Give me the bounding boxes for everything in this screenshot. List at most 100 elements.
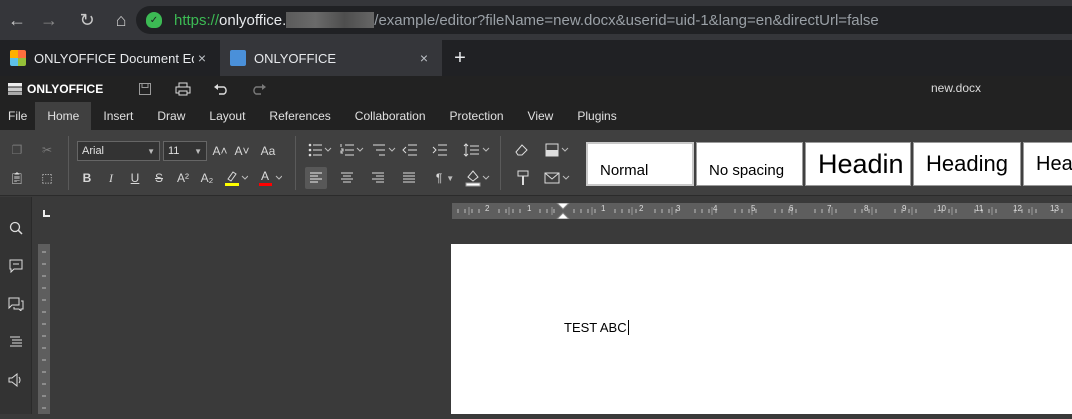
tab-file[interactable]: File [0,102,35,130]
new-tab-button[interactable]: + [446,40,474,76]
style-heading-3-label: Hea [1036,152,1072,175]
color-scheme-icon[interactable] [543,139,573,161]
url-scheme: https:// [174,11,220,29]
tab-stop-selector-icon[interactable] [38,200,54,220]
chat-icon[interactable] [6,294,26,314]
home-toolbar: ❐ ✂ 📋︎ ⬚ Arial ▼ 11 ▼ A˄ A˅ Aa B I U S A… [0,130,1072,196]
svg-text:A: A [261,169,269,183]
shading-icon[interactable] [462,167,492,189]
tab-layout[interactable]: Layout [197,102,257,130]
italic-button[interactable]: I [100,167,122,189]
bullet-list-icon[interactable] [306,139,334,161]
justify-icon[interactable] [398,167,420,189]
ruler-label: 12 [1013,204,1022,213]
ruler-label: 3 [676,204,681,213]
tab-references[interactable]: References [257,102,342,130]
tab-collaboration[interactable]: Collaboration [343,102,438,130]
reload-button[interactable]: ↻ [72,5,102,35]
tab-protection[interactable]: Protection [438,102,516,130]
url-input[interactable]: ✓ https:// onlyoffice. /example/editor?f… [136,6,1072,34]
nonprinting-characters-button[interactable]: ¶ ▼ [430,167,460,189]
font-color-button[interactable]: A [254,167,284,189]
tab-view[interactable]: View [516,102,566,130]
ruler-label: 7 [827,204,832,213]
ruler-label: 9 [902,204,907,213]
url-host: onlyoffice. [219,11,287,29]
select-all-icon[interactable]: ⬚ [36,167,58,189]
back-button[interactable]: ← [2,5,32,35]
browser-tab-onlyoffice[interactable]: ONLYOFFICE × [220,40,442,76]
copy-style-icon[interactable] [512,167,534,189]
tab-draw[interactable]: Draw [145,102,197,130]
tab-title: ONLYOFFICE [254,50,337,66]
cut-icon[interactable]: ✂ [36,139,58,161]
undo-icon[interactable] [202,76,240,102]
paste-icon[interactable]: 📋︎ [6,167,28,189]
strikethrough-button[interactable]: S [148,167,170,189]
ruler-label: 8 [864,204,869,213]
navigation-icon[interactable] [6,332,26,352]
close-tab-icon[interactable]: × [416,50,432,66]
underline-button[interactable]: U [124,167,146,189]
close-tab-icon[interactable]: × [194,50,210,66]
browser-tab-strip: ONLYOFFICE Document Ed × ONLYOFFICE × + [0,40,1072,76]
style-heading-3[interactable]: Hea [1023,142,1072,186]
align-center-icon[interactable] [336,167,358,189]
tab-home[interactable]: Home [35,102,92,130]
copy-icon[interactable]: ❐ [6,139,28,161]
redacted-host-block [286,12,375,28]
bold-button[interactable]: B [76,167,98,189]
secure-shield-icon[interactable]: ✓ [146,12,162,28]
tab-insert[interactable]: Insert [91,102,145,130]
increase-indent-icon[interactable] [429,139,451,161]
mail-merge-icon[interactable] [543,167,573,189]
chevron-down-icon: ▼ [194,146,202,156]
document-body-text[interactable]: TEST ABC [564,320,629,335]
ribbon-tabs: File Home Insert Draw Layout References … [0,102,1072,130]
style-heading-2[interactable]: Heading [913,142,1021,186]
print-icon[interactable] [164,76,202,102]
forward-button[interactable]: → [34,5,64,35]
save-icon[interactable] [126,76,164,102]
indent-marker-icon [555,202,571,220]
subscript-button[interactable]: A₂ [196,167,218,189]
editor-header: ONLYOFFICE new.docx [0,76,1072,102]
numbered-list-icon[interactable] [338,139,366,161]
tab-plugins[interactable]: Plugins [565,102,628,130]
style-normal[interactable]: Normal [586,142,694,186]
align-right-icon[interactable] [367,167,389,189]
line-spacing-icon[interactable] [462,139,492,161]
home-button[interactable]: ⌂ [106,5,136,35]
style-heading-1[interactable]: Headin [805,142,911,186]
font-name-value: Arial [82,145,105,157]
align-left-icon[interactable] [305,167,327,189]
ruler-label: 1 [527,204,532,213]
multilevel-list-icon[interactable] [370,139,398,161]
feedback-speaker-icon[interactable] [6,370,26,390]
browser-tab-document-editor[interactable]: ONLYOFFICE Document Ed × [0,40,220,76]
search-icon[interactable] [6,218,26,238]
ruler-label: 5 [751,204,756,213]
font-name-select[interactable]: Arial ▼ [77,141,160,161]
highlight-color-button[interactable] [220,167,250,189]
text-cursor [627,320,629,335]
font-size-select[interactable]: 11 ▼ [163,141,207,161]
grow-font-button[interactable]: A˄ [209,140,231,162]
onlyoffice-logo[interactable]: ONLYOFFICE [8,82,118,96]
style-no-spacing[interactable]: No spacing [696,142,803,186]
comments-icon[interactable] [6,256,26,276]
vertical-ruler[interactable] [38,244,50,414]
redo-icon[interactable] [240,76,278,102]
change-case-button[interactable]: Aa [255,140,281,162]
shrink-font-button[interactable]: A˅ [231,140,253,162]
left-sidebar [0,197,32,414]
ruler-label: 2 [485,204,490,213]
ruler-label: 2 [639,204,644,213]
vertical-ruler-ticks [42,251,46,409]
style-normal-label: Normal [600,161,649,179]
clear-style-icon[interactable] [510,139,532,161]
chevron-down-icon: ▼ [147,146,155,156]
document-page[interactable]: TEST ABC [451,244,1072,414]
decrease-indent-icon[interactable] [399,139,421,161]
superscript-button[interactable]: A² [172,167,194,189]
